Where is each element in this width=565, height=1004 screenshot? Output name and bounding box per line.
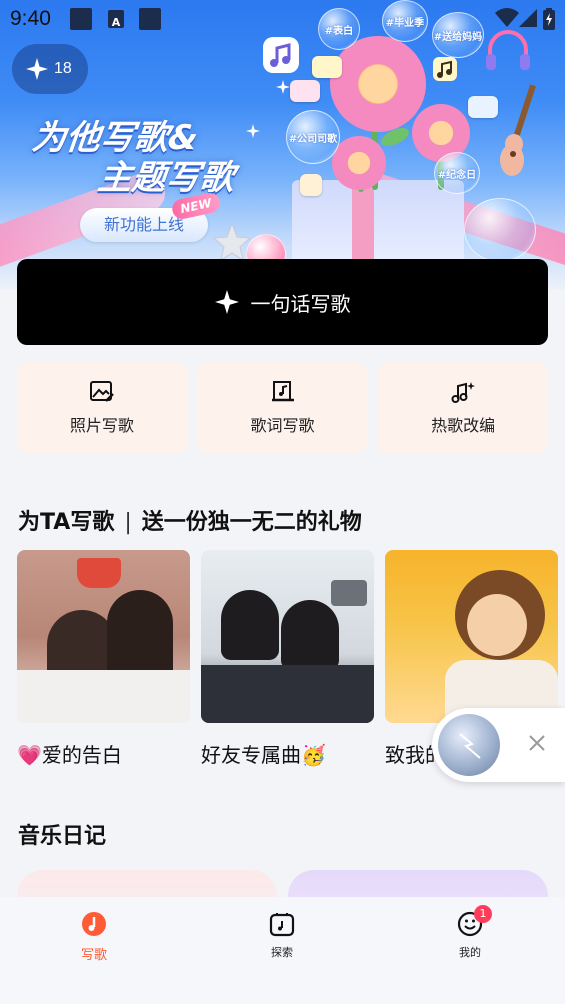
section-title: 为TA写歌 — [18, 510, 115, 535]
sparkle-icon — [276, 80, 290, 94]
tool-label: 热歌改编 — [431, 416, 496, 435]
photo-song-button[interactable]: 照片写歌 — [17, 362, 187, 454]
sticker — [290, 80, 320, 102]
separator: | — [124, 510, 132, 535]
decor-bubble — [464, 198, 536, 262]
card-caption: 好友专属曲 — [201, 743, 301, 767]
sparkle-icon — [26, 58, 48, 80]
tab-explore[interactable]: 探索 — [242, 911, 322, 960]
sparkle-icon — [214, 290, 239, 314]
headline-line-1: 为他写歌& — [30, 118, 200, 158]
close-icon[interactable] — [528, 734, 546, 752]
tab-write-song[interactable]: 写歌 — [54, 911, 134, 963]
tab-label: 我的 — [459, 946, 481, 959]
tab-profile[interactable]: 1 我的 — [430, 905, 510, 960]
cellular-signal-icon — [519, 9, 537, 27]
music-note-sticker-icon — [263, 37, 299, 73]
one-sentence-song-button[interactable]: 一句话写歌 — [17, 259, 548, 345]
notification-a-icon: A — [108, 10, 124, 29]
status-bar: 9:40 A — [0, 0, 565, 38]
battery-icon — [543, 8, 555, 30]
party-emoji: 🥳 — [301, 743, 326, 767]
credits-pill[interactable]: 18 — [12, 44, 88, 94]
floating-player[interactable] — [432, 708, 565, 782]
tool-label: 歌词写歌 — [250, 416, 315, 435]
lyrics-note-icon — [271, 381, 294, 402]
card-caption: 爱的告白 — [41, 743, 122, 767]
section-title-for-ta: 为TA写歌 | 送一份独一无二的礼物 — [18, 504, 362, 536]
star-decor-icon — [212, 222, 252, 262]
tool-label: 照片写歌 — [69, 416, 134, 435]
lightning-icon — [459, 733, 481, 759]
tag-bubble: #纪念日 — [434, 152, 480, 194]
bottom-tab-bar: 写歌 探索 1 我的 — [0, 897, 565, 1004]
main-action-label: 一句话写歌 — [250, 291, 351, 316]
child-photo — [385, 550, 558, 723]
notification-icon — [70, 8, 92, 30]
player-orb[interactable] — [438, 714, 500, 776]
music-note-sticker-icon — [433, 57, 457, 81]
image-edit-icon — [89, 381, 114, 402]
sticker — [300, 174, 322, 196]
explore-icon — [269, 913, 295, 937]
section-subtitle: 送一份独一无二的礼物 — [141, 510, 362, 535]
music-sparkle-icon — [451, 382, 476, 403]
theme-card[interactable]: 好友专属曲🥳 — [201, 550, 374, 768]
wifi-icon — [495, 8, 519, 27]
hot-song-remix-button[interactable]: 热歌改编 — [378, 362, 549, 454]
section-title-music-diary: 音乐日记 — [18, 824, 107, 849]
credits-count: 18 — [54, 60, 72, 77]
tab-label: 探索 — [271, 946, 293, 959]
flower-character — [332, 136, 386, 190]
guitar-illustration — [500, 84, 536, 176]
lyrics-song-button[interactable]: 歌词写歌 — [197, 362, 368, 454]
theme-card[interactable]: 💗爱的告白 — [17, 550, 190, 768]
couple-photo — [17, 550, 190, 723]
notification-badge: 1 — [474, 905, 492, 923]
friends-photo — [201, 550, 374, 723]
sticker — [312, 56, 342, 78]
notification-icon — [139, 8, 161, 30]
tool-row: 照片写歌 歌词写歌 热歌改编 — [17, 362, 549, 454]
tab-label: 写歌 — [80, 948, 107, 963]
music-note-icon — [82, 912, 106, 936]
sticker — [468, 96, 498, 118]
banner-headline: 为他写歌& 主题写歌 — [26, 118, 294, 198]
heart-emoji: 💗 — [17, 743, 42, 767]
headline-line-2: 主题写歌 — [95, 158, 236, 198]
status-time: 9:40 — [10, 7, 51, 30]
flower-character — [330, 36, 426, 132]
